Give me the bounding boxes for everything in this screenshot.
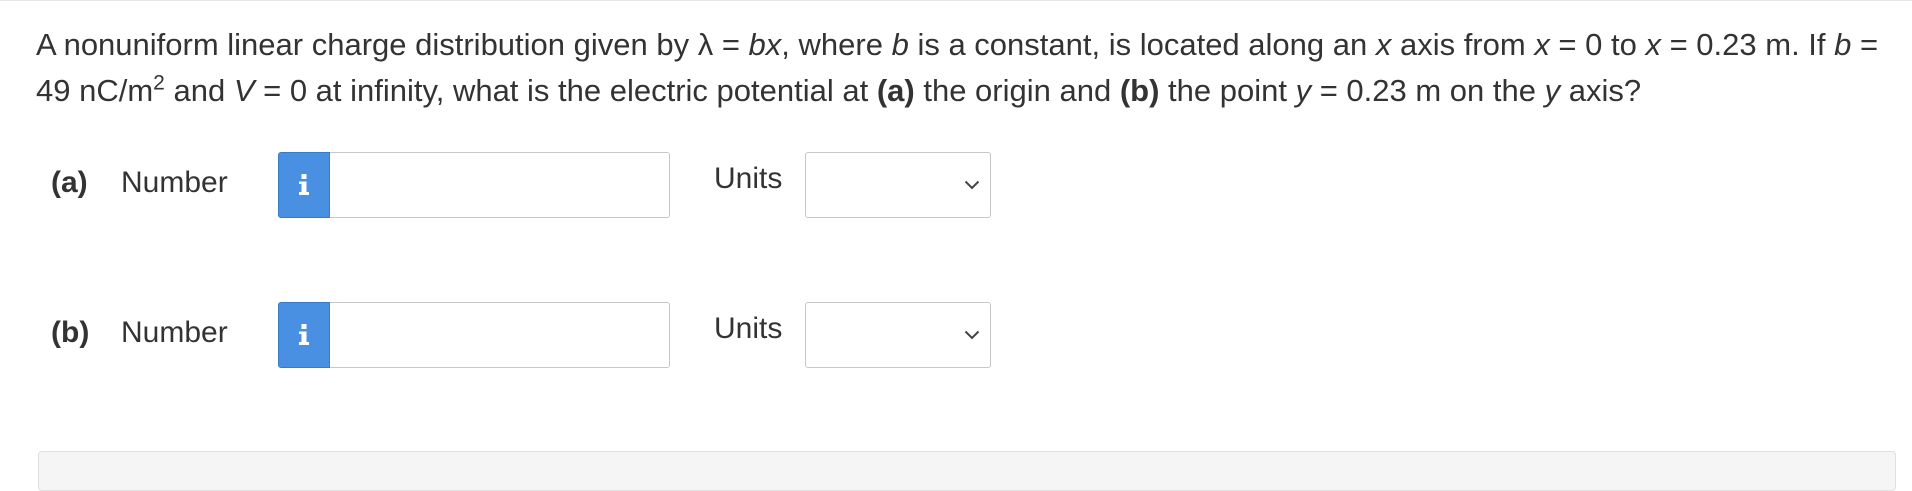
info-icon-glyph <box>299 324 309 345</box>
number-input-a[interactable] <box>330 152 670 218</box>
question-text: A nonuniform linear charge distribution … <box>36 27 1879 108</box>
part-label-b: (b) <box>51 316 90 349</box>
info-icon[interactable] <box>278 152 330 218</box>
units-label-a: Units <box>714 162 783 195</box>
info-icon-glyph <box>299 174 309 195</box>
answer-row-b: (b) Number Units <box>0 302 1000 368</box>
next-section-panel <box>38 451 1896 491</box>
info-icon[interactable] <box>278 302 330 368</box>
top-divider <box>0 0 1912 1</box>
number-label-a: Number <box>121 166 228 199</box>
units-select-b[interactable] <box>805 302 991 368</box>
number-label-b: Number <box>121 316 228 349</box>
units-label-b: Units <box>714 312 783 345</box>
chevron-down-icon <box>964 180 980 190</box>
answer-row-a: (a) Number Units <box>0 152 1000 218</box>
units-select-a[interactable] <box>805 152 991 218</box>
number-input-b[interactable] <box>330 302 670 368</box>
part-label-a: (a) <box>51 166 88 199</box>
chevron-down-icon <box>964 330 980 340</box>
